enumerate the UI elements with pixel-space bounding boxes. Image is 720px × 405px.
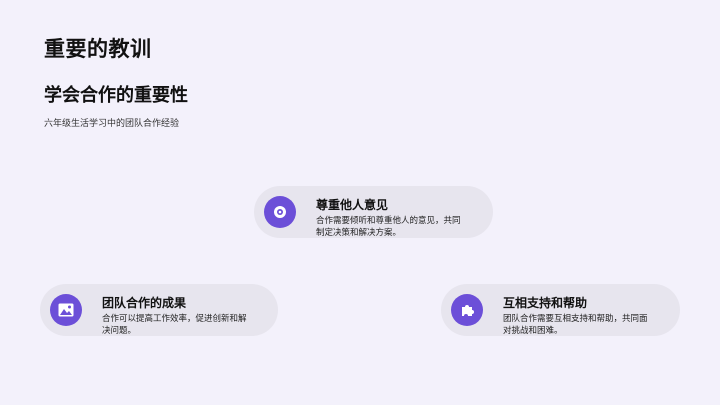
card-body: 合作需要倾听和尊重他人的意见，共同 制定决策和解决方案。 — [316, 215, 461, 239]
card-title: 尊重他人意见 — [316, 198, 389, 212]
card-team-outcome: 团队合作的成果 合作可以提高工作效率，促进创新和解 决问题。 — [40, 284, 278, 336]
card-body-line: 合作需要倾听和尊重他人的意见，共同 — [316, 216, 461, 226]
slide-subtitle: 学会合作的重要性 — [44, 85, 188, 106]
card-body-line: 制定决策和解决方案。 — [316, 228, 402, 238]
slide-title: 重要的教训 — [44, 37, 152, 61]
card-body: 合作可以提高工作效率，促进创新和解 决问题。 — [102, 313, 247, 337]
card-body-line: 对挑战和困难。 — [503, 326, 563, 336]
card-body-line: 决问题。 — [102, 326, 137, 336]
card-title: 互相支持和帮助 — [503, 296, 588, 310]
slide-description: 六年级生活学习中的团队合作经验 — [44, 119, 180, 129]
eye-icon — [264, 196, 296, 228]
puzzle-icon — [451, 294, 483, 326]
card-respect-opinions: 尊重他人意见 合作需要倾听和尊重他人的意见，共同 制定决策和解决方案。 — [254, 186, 493, 238]
card-body-line: 合作可以提高工作效率，促进创新和解 — [102, 314, 247, 324]
card-mutual-support: 互相支持和帮助 团队合作需要互相支持和帮助，共同面 对挑战和困难。 — [441, 284, 680, 336]
card-title: 团队合作的成果 — [102, 296, 187, 310]
card-body: 团队合作需要互相支持和帮助，共同面 对挑战和困难。 — [503, 313, 648, 337]
image-icon — [50, 294, 82, 326]
card-body-line: 团队合作需要互相支持和帮助，共同面 — [503, 314, 648, 324]
